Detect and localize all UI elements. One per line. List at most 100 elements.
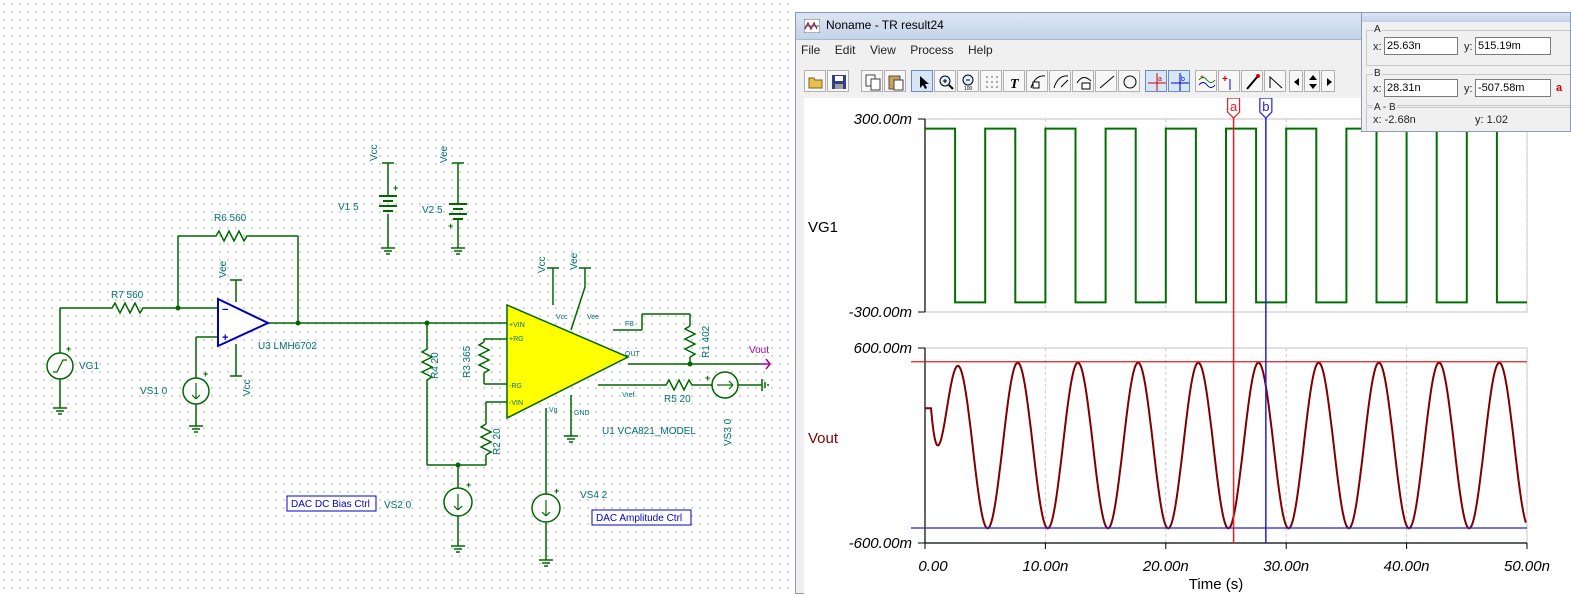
pin-vg: Vg bbox=[549, 407, 558, 414]
label-r5: R5 20 bbox=[664, 394, 691, 405]
arrow-left-icon[interactable] bbox=[1289, 70, 1303, 92]
arrow-updown-icon[interactable] bbox=[1304, 70, 1320, 92]
cursor-a-group-label: A bbox=[1373, 24, 1382, 35]
cursor-a-marker-icon[interactable]: a bbox=[1556, 82, 1562, 94]
vg1-series-label: VG1 bbox=[808, 219, 838, 236]
menu-edit[interactable]: Edit bbox=[830, 40, 861, 57]
vg1-ytick-bottom: -300.00m bbox=[849, 304, 912, 321]
pin-mvin: -VIN bbox=[509, 400, 523, 407]
svg-text:+: + bbox=[66, 344, 71, 354]
pointer-icon[interactable] bbox=[911, 70, 933, 92]
cursor-b-group-label: B bbox=[1373, 68, 1382, 79]
line-icon[interactable] bbox=[1095, 70, 1117, 92]
cursor-ab-group-label: A - B bbox=[1373, 102, 1397, 113]
label-vg1: VG1 bbox=[79, 361, 99, 372]
svg-text:b: b bbox=[1181, 76, 1185, 83]
cursor-a-x-field[interactable]: 25.63n bbox=[1384, 37, 1458, 55]
pin-gnd: GND bbox=[574, 410, 590, 417]
cursor-b-x-field[interactable]: 28.31n bbox=[1384, 79, 1458, 97]
x-tick-label: 20.00n bbox=[1142, 558, 1189, 575]
zoom-100-icon[interactable]: 100 bbox=[957, 70, 979, 92]
dac-bias-label: DAC DC Bias Ctrl bbox=[291, 499, 370, 510]
cursor-a-y-field[interactable]: 515.19m bbox=[1475, 37, 1551, 55]
svg-text:+: + bbox=[222, 332, 228, 344]
paste-icon[interactable] bbox=[884, 70, 906, 92]
circle-icon[interactable] bbox=[1118, 70, 1140, 92]
label-v2: V2 5 bbox=[422, 205, 443, 216]
pin-prg: +RG bbox=[509, 336, 524, 343]
label-v1: V1 5 bbox=[338, 202, 359, 213]
svg-text:a: a bbox=[1158, 76, 1162, 83]
arrow-right-icon[interactable] bbox=[1321, 70, 1335, 92]
label-vs2: VS2 0 bbox=[384, 500, 412, 511]
svg-text:+: + bbox=[705, 373, 710, 383]
pen-icon[interactable] bbox=[1241, 70, 1263, 92]
label-r4: R4 20 bbox=[430, 352, 441, 379]
vout-ytick-top: 600.00m bbox=[854, 340, 912, 357]
save-icon[interactable] bbox=[827, 70, 849, 92]
slope-icon[interactable] bbox=[1264, 70, 1286, 92]
cursor-panel-titlebar[interactable] bbox=[1362, 13, 1570, 22]
menu-process[interactable]: Process bbox=[905, 40, 958, 57]
label-r2: R2 20 bbox=[492, 428, 503, 455]
label-r7: R7 560 bbox=[111, 290, 144, 301]
label-vs1: VS1 0 bbox=[140, 386, 168, 397]
vg1-trace[interactable] bbox=[925, 127, 1527, 304]
pin-pvin: +VIN bbox=[509, 322, 525, 329]
svg-text:+: + bbox=[203, 369, 208, 379]
vca-symbol[interactable] bbox=[506, 303, 630, 420]
x-tick-label: 30.00n bbox=[1263, 558, 1309, 575]
plot-area[interactable]: 300.00m -300.00m 600.00m -600.00m VG1 Vout 0.0… bbox=[804, 98, 1571, 595]
menu-view[interactable]: View bbox=[865, 40, 901, 57]
cursor-b-x-label: x: bbox=[1373, 83, 1382, 95]
curve-label-icon[interactable] bbox=[1026, 70, 1048, 92]
pin-vee: Vee bbox=[587, 314, 599, 321]
marker-icon[interactable]: + bbox=[1218, 70, 1240, 92]
menu-help[interactable]: Help bbox=[963, 40, 998, 57]
label-vs3: VS3 0 bbox=[723, 418, 734, 446]
svg-text:100: 100 bbox=[964, 86, 973, 91]
rail-vcc-v1: Vcc bbox=[369, 144, 380, 161]
label-vout: Vout bbox=[749, 345, 769, 356]
x-tick-label: 0.00 bbox=[918, 558, 948, 575]
pin-fb: FB bbox=[625, 321, 634, 328]
x-tick-label: 10.00n bbox=[1022, 558, 1068, 575]
copy-icon[interactable] bbox=[861, 70, 883, 92]
open-icon[interactable] bbox=[804, 70, 826, 92]
schematic-canvas[interactable]: + + + + + + + − + R6 560 R7 560 V1 5 V2 … bbox=[0, 0, 793, 594]
text-icon[interactable]: T bbox=[1003, 70, 1025, 92]
grid-icon[interactable] bbox=[980, 70, 1002, 92]
cursor-ab-group: A - B x: -2.68n y: 1.02 bbox=[1366, 102, 1570, 130]
label-r3: R3 365 bbox=[462, 345, 473, 378]
svg-text:+: + bbox=[1222, 74, 1228, 85]
rail-vcc-u1: Vcc bbox=[537, 256, 548, 273]
window-title: Noname - TR result24 bbox=[826, 18, 944, 32]
svg-text:+: + bbox=[448, 221, 453, 231]
cursor-b-icon[interactable]: b bbox=[1168, 70, 1190, 92]
zoom-in-icon[interactable] bbox=[934, 70, 956, 92]
svg-text:+: + bbox=[554, 486, 559, 496]
cursor-ab-x-value: x: -2.68n bbox=[1373, 114, 1416, 126]
x-axis-title: Time (s) bbox=[1189, 576, 1243, 593]
curve-label-3-icon[interactable] bbox=[1072, 70, 1094, 92]
cursor-a-icon[interactable]: a bbox=[1145, 70, 1167, 92]
cursor-a-group: A x: 25.63n y: 515.19m bbox=[1366, 24, 1570, 66]
waveform-icon[interactable]: + bbox=[1195, 70, 1217, 92]
cursor-b-y-field[interactable]: -507.58m bbox=[1475, 79, 1551, 97]
label-vs4: VS4 2 bbox=[580, 490, 608, 501]
vg1-ytick-top: 300.00m bbox=[854, 111, 912, 128]
label-r1: R1 402 bbox=[701, 325, 712, 358]
pin-out: OUT bbox=[625, 351, 641, 358]
waveform-plot: 300.00m -300.00m 600.00m -600.00m VG1 Vout 0.0… bbox=[808, 98, 1550, 593]
svg-text:+: + bbox=[393, 183, 398, 193]
curve-label-2-icon[interactable] bbox=[1049, 70, 1071, 92]
pin-vcc: Vcc bbox=[556, 314, 568, 321]
cursor-panel: A x: 25.63n y: 515.19m B x: 28.31n y: -5… bbox=[1361, 12, 1571, 132]
dac-amp-label: DAC Amplitude Ctrl bbox=[596, 513, 682, 524]
rail-vcc-u3: Vcc bbox=[242, 379, 253, 396]
menu-file[interactable]: File bbox=[796, 40, 825, 57]
cursor-b-y-label: y: bbox=[1464, 83, 1473, 95]
app-icon bbox=[804, 19, 820, 33]
cursor-ab-y-value: y: 1.02 bbox=[1475, 114, 1509, 126]
label-u1: U1 VCA821_MODEL bbox=[602, 426, 696, 437]
